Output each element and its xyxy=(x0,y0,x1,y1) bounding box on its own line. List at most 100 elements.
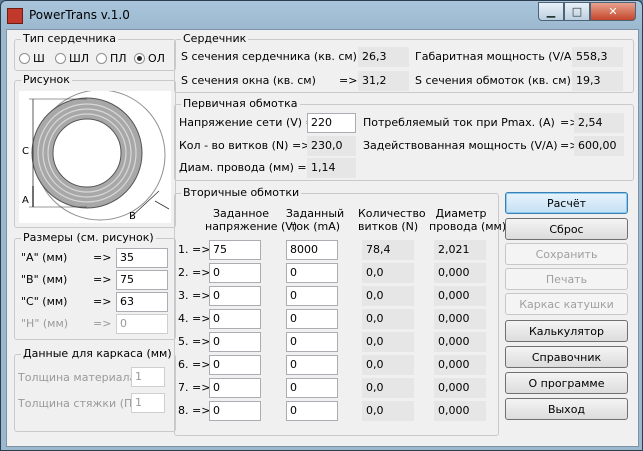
row-turns-value: 0,0 xyxy=(362,401,414,421)
size-c-arrow: => xyxy=(93,295,112,308)
row-turns-value: 78,4 xyxy=(362,240,414,260)
size-h-label: "H" (мм) xyxy=(21,317,69,330)
size-a-input[interactable]: 35 xyxy=(116,248,168,268)
row-voltage-input[interactable]: 0 xyxy=(209,286,261,306)
window-section-value: 31,2 xyxy=(358,71,409,91)
save-button[interactable]: Сохранить xyxy=(505,243,628,265)
current-consumption-value: 2,54 xyxy=(574,113,624,133)
size-a-arrow: => xyxy=(93,251,112,264)
size-b-arrow: => xyxy=(93,273,112,286)
app-window: PowerTrans v.1.0 ▁ □ ✕ Тип сердечника Ш … xyxy=(0,0,643,451)
row-turns-value: 0,0 xyxy=(362,332,414,352)
close-button[interactable]: ✕ xyxy=(590,2,636,21)
close-icon: ✕ xyxy=(608,5,618,18)
core-type-radio-ol[interactable] xyxy=(134,53,145,64)
header-set-current-line2: ток (mA) xyxy=(289,220,341,233)
secondary-windings-legend: Вторичные обмотки xyxy=(181,186,302,199)
size-h-input[interactable]: 0 xyxy=(116,314,168,334)
row-turns-value: 0,0 xyxy=(362,286,414,306)
print-button[interactable]: Печать xyxy=(505,268,628,290)
row-voltage-input[interactable]: 0 xyxy=(209,401,261,421)
reference-button[interactable]: Справочник xyxy=(505,346,628,368)
primary-winding-legend: Первичная обмотка xyxy=(181,97,300,110)
about-button[interactable]: О программе xyxy=(505,372,628,394)
row-diameter-value: 0,000 xyxy=(434,286,486,306)
window-title: PowerTrans v.1.0 xyxy=(29,8,130,22)
core-type-group: Тип сердечника Ш ШЛ ПЛ ОЛ xyxy=(14,32,176,71)
material-thickness-input[interactable]: 1 xyxy=(131,367,165,387)
supply-voltage-input[interactable]: 220 xyxy=(307,113,356,133)
core-type-label-shl: ШЛ xyxy=(69,52,90,65)
row-diameter-value: 0,000 xyxy=(434,309,486,329)
row-voltage-input[interactable]: 0 xyxy=(209,263,261,283)
maximize-icon: □ xyxy=(571,5,583,18)
primary-turns-value: 230,0 xyxy=(307,136,356,156)
app-icon xyxy=(7,8,23,24)
secondary-windings-group: Вторичные обмотки Заданное напряжение (V… xyxy=(174,186,506,436)
used-power-value: 600,00 xyxy=(574,136,624,156)
core-type-radio-sh[interactable] xyxy=(19,53,30,64)
size-a-label: "A" (мм) xyxy=(21,251,68,264)
row-label: 7. => xyxy=(178,381,211,394)
picture-legend: Рисунок xyxy=(21,73,72,86)
row-current-input[interactable]: 8000 xyxy=(286,240,338,260)
window-section-label: S сечения окна (кв. см) xyxy=(181,74,316,87)
row-voltage-input[interactable]: 0 xyxy=(209,309,261,329)
row-current-input[interactable]: 0 xyxy=(286,309,338,329)
core-type-radio-pl[interactable] xyxy=(96,53,107,64)
size-h-arrow: => xyxy=(93,317,112,330)
coil-frame-button[interactable]: Каркас катушки xyxy=(505,293,628,315)
row-label: 6. => xyxy=(178,358,211,371)
minimize-button[interactable]: ▁ xyxy=(538,2,564,21)
toroid-core-diagram xyxy=(19,91,171,223)
row-label: 1. => xyxy=(178,243,211,256)
header-set-voltage-line1: Заданное xyxy=(212,207,270,220)
wire-diameter-label: Диам. провода (мм) => xyxy=(179,161,316,174)
row-current-input[interactable]: 0 xyxy=(286,286,338,306)
primary-winding-group: Первичная обмотка Напряжение сети (V) =>… xyxy=(174,97,634,181)
exit-button[interactable]: Выход xyxy=(505,398,628,420)
size-b-input[interactable]: 75 xyxy=(116,270,168,290)
core-type-radio-shl[interactable] xyxy=(55,53,66,64)
main-panel: Тип сердечника Ш ШЛ ПЛ ОЛ Рисунок C A B … xyxy=(6,29,639,447)
frame-data-legend: Данные для каркаса (мм) xyxy=(21,347,174,360)
used-power-label: Задействованная мощность (V/A) xyxy=(363,139,558,152)
overall-power-label: Габаритная мощность (V/A) => xyxy=(415,50,598,63)
tie-thickness-label: Толщина стяжки (ПЛ) xyxy=(18,397,145,410)
title-bar[interactable]: PowerTrans v.1.0 ▁ □ ✕ xyxy=(1,1,642,29)
row-voltage-input[interactable]: 0 xyxy=(209,355,261,375)
row-label: 5. => xyxy=(178,335,211,348)
header-set-voltage: Заданное напряжение (V) xyxy=(205,207,297,233)
row-voltage-input[interactable]: 0 xyxy=(209,332,261,352)
picture-label-a: A xyxy=(22,195,29,206)
row-current-input[interactable]: 0 xyxy=(286,355,338,375)
maximize-button[interactable]: □ xyxy=(564,2,590,21)
picture-label-b: B xyxy=(129,211,136,222)
row-current-input[interactable]: 0 xyxy=(286,401,338,421)
row-current-input[interactable]: 0 xyxy=(286,378,338,398)
row-turns-value: 0,0 xyxy=(362,378,414,398)
header-turns-line2: витков (N) xyxy=(358,220,419,233)
reset-button[interactable]: Сброс xyxy=(505,218,628,240)
core-section-label: S сечения сердечника (кв. см) => xyxy=(181,50,379,63)
row-voltage-input[interactable]: 0 xyxy=(209,378,261,398)
header-wire-diameter: Диаметр провода (мм) xyxy=(429,207,506,233)
row-turns-value: 0,0 xyxy=(362,263,414,283)
core-type-label-pl: ПЛ xyxy=(110,52,127,65)
calculate-button[interactable]: Расчёт xyxy=(505,192,628,214)
row-current-input[interactable]: 0 xyxy=(286,332,338,352)
size-c-label: "C" (мм) xyxy=(21,295,68,308)
row-diameter-value: 0,000 xyxy=(434,355,486,375)
row-current-input[interactable]: 0 xyxy=(286,263,338,283)
size-c-input[interactable]: 63 xyxy=(116,292,168,312)
row-diameter-value: 0,000 xyxy=(434,263,486,283)
size-b-label: "B" (мм) xyxy=(21,273,68,286)
current-consumption-label: Потребляемый ток при Pmax. (A) xyxy=(363,116,555,129)
row-voltage-input[interactable]: 75 xyxy=(209,240,261,260)
overall-power-value: 558,3 xyxy=(572,47,623,67)
row-label: 3. => xyxy=(178,289,211,302)
row-diameter-value: 2,021 xyxy=(434,240,486,260)
calculator-button[interactable]: Калькулятор xyxy=(505,320,628,342)
picture-label-c: C xyxy=(22,146,29,157)
tie-thickness-input[interactable]: 1 xyxy=(131,393,165,413)
